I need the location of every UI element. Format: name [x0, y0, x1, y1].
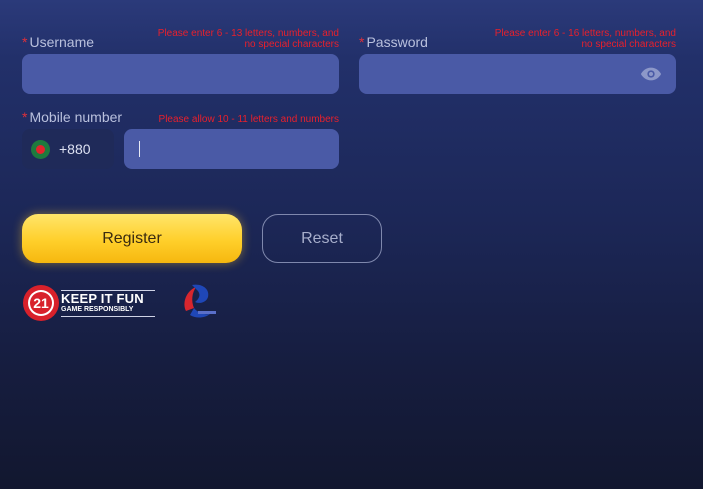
bangladesh-flag-icon	[31, 140, 50, 159]
age-21-badge-icon: 21	[23, 285, 59, 321]
password-input[interactable]	[359, 54, 676, 94]
country-code-selector[interactable]: +880	[22, 129, 114, 169]
username-input[interactable]	[22, 54, 339, 94]
username-label: * Username	[22, 34, 95, 50]
mobile-label: * Mobile number	[22, 109, 123, 125]
register-button[interactable]: Register	[22, 214, 242, 263]
reset-button[interactable]: Reset	[262, 214, 382, 263]
keep-it-fun-logo: KEEP IT FUN GAME RESPONSIBLY	[61, 290, 155, 317]
eye-icon[interactable]	[640, 66, 662, 82]
text-caret	[139, 141, 140, 157]
country-dial-code: +880	[59, 141, 91, 157]
password-hint: Please enter 6 - 16 letters, numbers, an…	[494, 28, 676, 50]
username-hint: Please enter 6 - 13 letters, numbers, an…	[157, 28, 339, 50]
mobile-input[interactable]	[124, 129, 339, 169]
age-badge-text: 21	[33, 295, 49, 311]
pagcor-logo-icon	[184, 284, 216, 318]
mobile-hint: Please allow 10 - 11 letters and numbers	[158, 114, 339, 125]
password-label: * Password	[359, 34, 428, 50]
